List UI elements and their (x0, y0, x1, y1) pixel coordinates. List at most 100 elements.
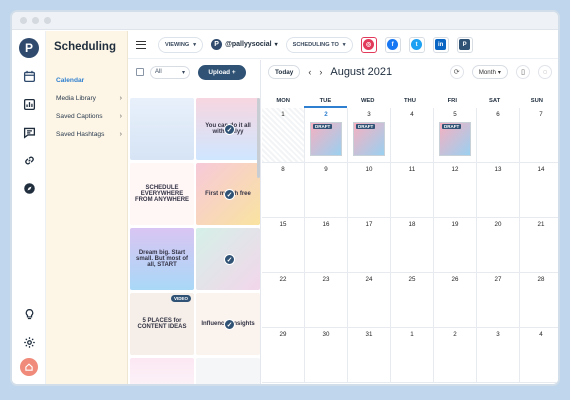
calendar-day-cell[interactable]: 28 (520, 273, 558, 328)
calendar-day-cell[interactable]: 4 (391, 108, 434, 163)
media-thumbnail[interactable]: 5 PLACES for CONTENT IDEAS VIDEO (130, 293, 194, 355)
platform-twitter[interactable]: t (408, 36, 425, 53)
pinterest-icon: P (459, 39, 471, 50)
analytics-icon[interactable] (22, 97, 36, 111)
day-number: 25 (408, 276, 416, 283)
linkedin-icon: in (435, 39, 447, 50)
link-icon[interactable] (22, 153, 36, 167)
calendar-day-cell[interactable]: 14 (520, 163, 558, 218)
refresh-icon[interactable]: ⟳ (449, 65, 464, 79)
calendar-day-cell[interactable]: 4 (520, 328, 558, 383)
media-thumbnail[interactable] (130, 98, 194, 160)
media-thumbnail[interactable]: Dream big. Start small. But most of all,… (130, 228, 194, 290)
window-maximize-dot[interactable] (44, 17, 51, 24)
platform-facebook[interactable]: f (384, 36, 401, 53)
media-thumbnail[interactable]: ✓ (196, 228, 260, 290)
scheduled-post-card[interactable]: DRAFT (439, 122, 471, 156)
menu-hamburger-icon[interactable] (136, 40, 146, 50)
calendar-day-cell[interactable]: 23 (305, 273, 348, 328)
lightbulb-icon[interactable] (22, 307, 36, 321)
subnav-item-label: Media Library (56, 95, 96, 102)
calendar-day-cell[interactable]: 26 (434, 273, 477, 328)
section-title: Scheduling (54, 41, 116, 53)
calendar-day-cell[interactable]: 16 (305, 218, 348, 273)
prev-month-button[interactable]: ‹ (308, 67, 311, 77)
subnav-item-calendar[interactable]: Calendar (56, 77, 126, 84)
calendar-icon[interactable] (22, 69, 36, 83)
scheduled-post-card[interactable]: DRAFT (310, 122, 342, 156)
subnav-item-media-library[interactable]: Media Library › (56, 95, 126, 102)
grid-view-icon[interactable] (136, 68, 144, 76)
subnav-item-saved-captions[interactable]: Saved Captions › (56, 113, 126, 120)
view-select-value: Month (478, 68, 496, 76)
calendar-day-cell[interactable]: 3 (477, 328, 520, 383)
day-number: 2 (453, 331, 457, 338)
calendar-day-cell[interactable]: 31 (348, 328, 391, 383)
platform-linkedin[interactable]: in (432, 36, 449, 53)
scheduling-subnav: Scheduling Calendar Media Library › Save… (46, 31, 128, 384)
calendar-day-cell[interactable]: 3 DRAFT (348, 108, 391, 163)
scheduled-post-card[interactable]: DRAFT (353, 122, 385, 156)
upload-button[interactable]: Upload + (198, 64, 246, 80)
settings-gear-icon[interactable] (22, 335, 36, 349)
calendar-day-cell[interactable]: 10 (348, 163, 391, 218)
media-library-panel: All ▾ Upload + You can do it all with Pa… (128, 60, 261, 384)
home-button[interactable] (20, 358, 38, 376)
scheduling-to-label: SCHEDULING TO ▾ (285, 36, 353, 53)
calendar-day-cell[interactable]: 17 (348, 218, 391, 273)
calendar-day-cell[interactable]: 6 (477, 108, 520, 163)
scheduling-to-text: SCHEDULING TO (292, 41, 339, 48)
calendar-day-cell[interactable]: 1 (391, 328, 434, 383)
media-thumbnail[interactable]: Influencer Insights ✓ (196, 293, 260, 355)
calendar-day-cell[interactable]: 8 (262, 163, 305, 218)
phone-preview-icon[interactable]: ▯ (516, 65, 530, 79)
subnav-item-saved-hashtags[interactable]: Saved Hashtags › (56, 131, 126, 138)
pallyy-logo[interactable]: P (19, 38, 39, 58)
calendar-day-cell[interactable]: 18 (391, 218, 434, 273)
calendar-day-cell[interactable]: 29 (262, 328, 305, 383)
calendar-day-cell[interactable]: 12 (434, 163, 477, 218)
media-scrollbar[interactable] (257, 98, 260, 178)
window-minimize-dot[interactable] (32, 17, 39, 24)
calendar-day-cell[interactable]: 7 (520, 108, 558, 163)
comments-icon[interactable] (22, 125, 36, 139)
calendar-day-cell[interactable]: 15 (262, 218, 305, 273)
viewing-label-text: VIEWING (165, 41, 190, 48)
view-select[interactable]: Month ▾ (471, 65, 508, 79)
today-button[interactable]: Today (268, 65, 301, 79)
instagram-icon: ◎ (363, 39, 375, 50)
calendar-day-cell[interactable]: 11 (391, 163, 434, 218)
calendar-day-cell[interactable]: 5 DRAFT (434, 108, 477, 163)
media-thumbnail[interactable] (196, 358, 260, 384)
media-thumbnail[interactable]: SCHEDULE EVERYWHERE FROM ANYWHERE (130, 163, 194, 225)
calendar-day-cell[interactable]: 20 (477, 218, 520, 273)
media-filter-select[interactable]: All ▾ (150, 65, 190, 79)
calendar-day-cell[interactable]: 2 DRAFT (305, 108, 348, 163)
browser-window: P Scheduling Calendar Media Library › Sa… (10, 10, 560, 386)
day-of-week-header: FRI (447, 98, 457, 104)
account-selector[interactable]: P @pallyysocial ▾ (211, 39, 278, 50)
chevron-down-icon: ▾ (274, 42, 278, 48)
calendar-day-cell[interactable]: 13 (477, 163, 520, 218)
calendar-day-cell[interactable]: 27 (477, 273, 520, 328)
media-thumbnail[interactable]: You can do it all with Pallyy✓ (196, 98, 260, 160)
day-number: 23 (322, 276, 330, 283)
calendar-day-cell[interactable]: 30 (305, 328, 348, 383)
next-month-button[interactable]: › (319, 67, 322, 77)
calendar-day-cell[interactable]: 2 (434, 328, 477, 383)
media-thumbnail[interactable]: First month free✓ (196, 163, 260, 225)
calendar-day-cell[interactable]: 24 (348, 273, 391, 328)
window-close-dot[interactable] (20, 17, 27, 24)
calendar-day-cell[interactable]: 19 (434, 218, 477, 273)
calendar-day-cell[interactable]: 22 (262, 273, 305, 328)
platform-instagram[interactable]: ◎ (360, 36, 377, 53)
platform-pinterest[interactable]: P (456, 36, 473, 53)
calendar-day-cell[interactable]: 9 (305, 163, 348, 218)
calendar-day-cell[interactable]: 21 (520, 218, 558, 273)
media-thumbnail[interactable] (130, 358, 194, 384)
day-number: 8 (281, 166, 285, 173)
chat-icon[interactable]: ◌ (538, 65, 552, 79)
calendar-day-cell[interactable]: 1 (262, 108, 305, 163)
compass-icon[interactable] (22, 181, 36, 195)
calendar-day-cell[interactable]: 25 (391, 273, 434, 328)
